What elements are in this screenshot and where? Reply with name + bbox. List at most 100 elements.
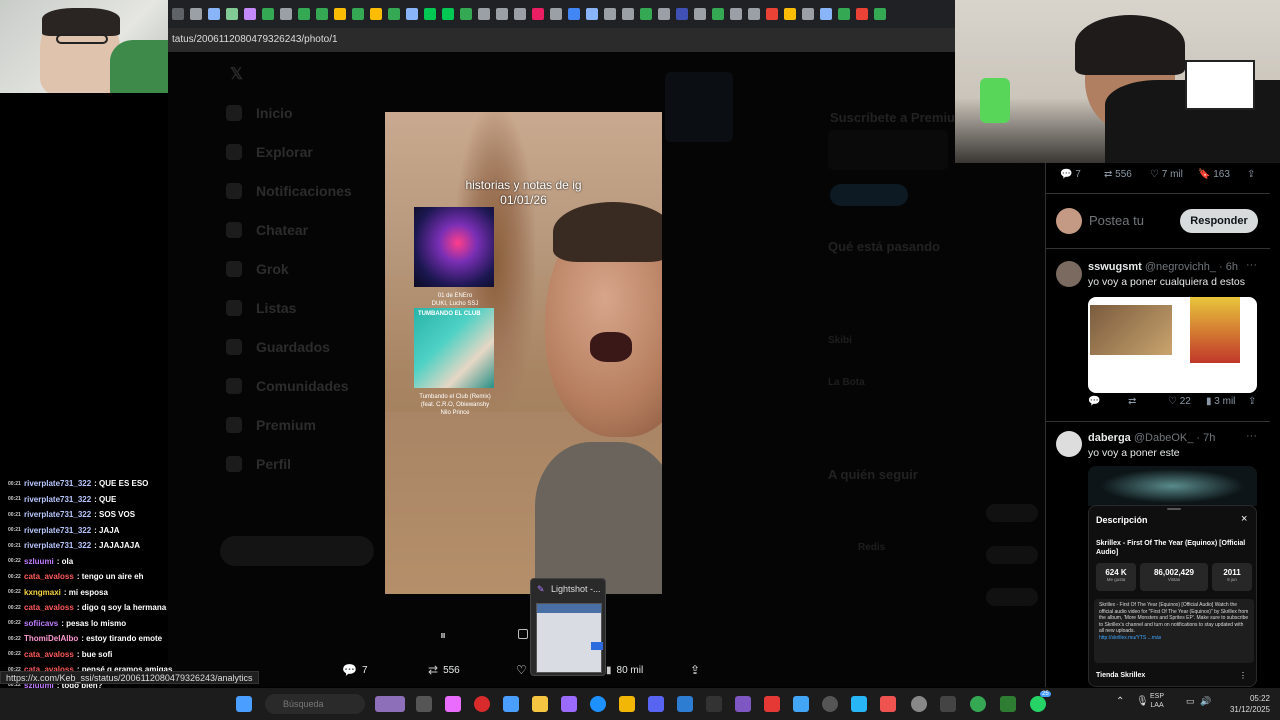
tab-icon[interactable]	[334, 8, 346, 20]
nav-premium[interactable]: Premium	[226, 417, 316, 433]
tab-icon[interactable]	[532, 8, 544, 20]
nav-explore[interactable]: Explorar	[226, 144, 313, 160]
tab-icon[interactable]	[820, 8, 832, 20]
views-action[interactable]: ▮ 3 mil	[1206, 396, 1235, 407]
reply-action[interactable]: 💬 7	[342, 663, 368, 677]
app-icon[interactable]	[1000, 696, 1016, 712]
tab-icon[interactable]	[478, 8, 490, 20]
chat-username[interactable]: riverplate731_322	[24, 479, 91, 488]
app-icon[interactable]	[735, 696, 751, 712]
close-icon[interactable]: ×	[1241, 513, 1247, 525]
tweet-media[interactable]	[1088, 297, 1257, 393]
nav-chat[interactable]: Chatear	[226, 222, 308, 238]
tweet-photo[interactable]: historias y notas de ig 01/01/26 01 de E…	[385, 112, 662, 594]
reply-stat[interactable]: 💬 7	[1060, 169, 1081, 180]
chat-username[interactable]: ThomiDelAlbo	[24, 634, 78, 643]
tab-icon[interactable]	[244, 8, 256, 20]
tab-icon[interactable]	[442, 8, 454, 20]
tweet-author[interactable]: daberga @DabeOK_ · 7h	[1088, 432, 1215, 444]
tab-icon[interactable]	[874, 8, 886, 20]
tab-icon[interactable]	[712, 8, 724, 20]
app-icon[interactable]	[880, 696, 896, 712]
chat-username[interactable]: riverplate731_322	[24, 495, 91, 504]
like-action[interactable]: ♡	[516, 663, 527, 677]
network-icon[interactable]: ▭	[1186, 696, 1195, 707]
chat-username[interactable]: riverplate731_322	[24, 510, 91, 519]
address-bar[interactable]: tatus/2006112080479326243/photo/1	[168, 28, 955, 52]
more-vert-icon[interactable]: ⋮	[1239, 671, 1247, 680]
tab-icon[interactable]	[838, 8, 850, 20]
tab-icon[interactable]	[694, 8, 706, 20]
repost-icon[interactable]: ⇄	[1128, 396, 1136, 407]
nav-notifications[interactable]: Notificaciones	[226, 183, 352, 199]
follow-button-dim[interactable]	[986, 588, 1038, 606]
nav-profile[interactable]: Perfil	[226, 456, 291, 472]
task-view-icon[interactable]	[416, 696, 432, 712]
store-icon[interactable]	[503, 696, 519, 712]
tab-icon[interactable]	[388, 8, 400, 20]
tab-icon[interactable]	[550, 8, 562, 20]
trend-item-dim[interactable]: Skibi	[828, 335, 852, 346]
widget-icon[interactable]	[375, 696, 405, 712]
tab-icon[interactable]	[586, 8, 598, 20]
chat-username[interactable]: cata_avaloss	[24, 650, 74, 659]
repost-action[interactable]: ⇄ 556	[428, 663, 460, 677]
reply-input[interactable]: Postea tu	[1089, 213, 1144, 228]
tab-icon[interactable]	[280, 8, 292, 20]
tab-icon[interactable]	[352, 8, 364, 20]
more-icon[interactable]: ···	[1246, 430, 1257, 442]
mic-icon[interactable]: 🎙	[1136, 696, 1149, 707]
tab-icon[interactable]	[460, 8, 472, 20]
tab-icon[interactable]	[568, 8, 580, 20]
tab-icon[interactable]	[622, 8, 634, 20]
like-action[interactable]: ♡ 22	[1168, 396, 1191, 407]
reply-icon[interactable]: 💬	[1088, 396, 1100, 407]
views-action[interactable]: ▮ 80 mil	[606, 665, 643, 676]
drag-handle[interactable]	[1167, 508, 1181, 510]
tweet-avatar[interactable]	[1056, 261, 1082, 287]
system-clock[interactable]: 05:22 31/12/2025	[1210, 693, 1270, 715]
chrome-icon[interactable]	[970, 696, 986, 712]
bookmark-stat[interactable]: 🔖 163	[1198, 169, 1230, 180]
tab-icon[interactable]	[298, 8, 310, 20]
folder-icon[interactable]	[532, 696, 548, 712]
chat-username[interactable]: riverplate731_322	[24, 526, 91, 535]
tab-icon[interactable]	[406, 8, 418, 20]
nav-grok[interactable]: Grok	[226, 261, 289, 277]
tweet-avatar[interactable]	[1056, 431, 1082, 457]
app-icon[interactable]	[764, 696, 780, 712]
tab-icon[interactable]	[658, 8, 670, 20]
app-icon[interactable]	[619, 696, 635, 712]
tab-icon[interactable]	[226, 8, 238, 20]
chevron-up-icon[interactable]: ⌃	[1116, 696, 1124, 707]
tab-icon[interactable]	[496, 8, 508, 20]
tab-icon[interactable]	[802, 8, 814, 20]
opera-icon[interactable]	[474, 696, 490, 712]
responder-button[interactable]: Responder	[1180, 209, 1258, 233]
trend-item-dim[interactable]: La Bota	[828, 377, 865, 388]
app-icon[interactable]	[706, 696, 722, 712]
notepad-icon[interactable]	[793, 696, 809, 712]
nav-home[interactable]: Inicio	[226, 105, 293, 121]
like-stat[interactable]: ♡ 7 mil	[1150, 169, 1183, 180]
share-icon[interactable]: ⇪	[1248, 396, 1256, 407]
app-icon[interactable]	[822, 696, 838, 712]
settings-icon[interactable]	[911, 696, 927, 712]
description-link[interactable]: http://skrillex.mu/YTS ...más	[1094, 635, 1254, 641]
whatsapp-icon[interactable]	[1030, 696, 1046, 712]
more-icon[interactable]: ···	[1246, 259, 1257, 271]
nav-bookmarks[interactable]: Guardados	[226, 339, 330, 355]
app-icon[interactable]	[851, 696, 867, 712]
chat-username[interactable]: riverplate731_322	[24, 541, 91, 550]
nav-lists[interactable]: Listas	[226, 300, 296, 316]
tab-icon[interactable]	[748, 8, 760, 20]
chat-username[interactable]: cata_avaloss	[24, 603, 74, 612]
browser-tab-strip[interactable]	[168, 0, 955, 28]
taskbar-search[interactable]: Búsqueda	[265, 694, 365, 714]
tweet-author[interactable]: sswugsmt @negrovichh_ · 6h	[1088, 261, 1238, 273]
terminal-icon[interactable]	[940, 696, 956, 712]
follow-button-dim[interactable]	[986, 546, 1038, 564]
stop-icon[interactable]	[518, 629, 528, 639]
tab-icon[interactable]	[856, 8, 868, 20]
lightshot-icon[interactable]	[561, 696, 577, 712]
